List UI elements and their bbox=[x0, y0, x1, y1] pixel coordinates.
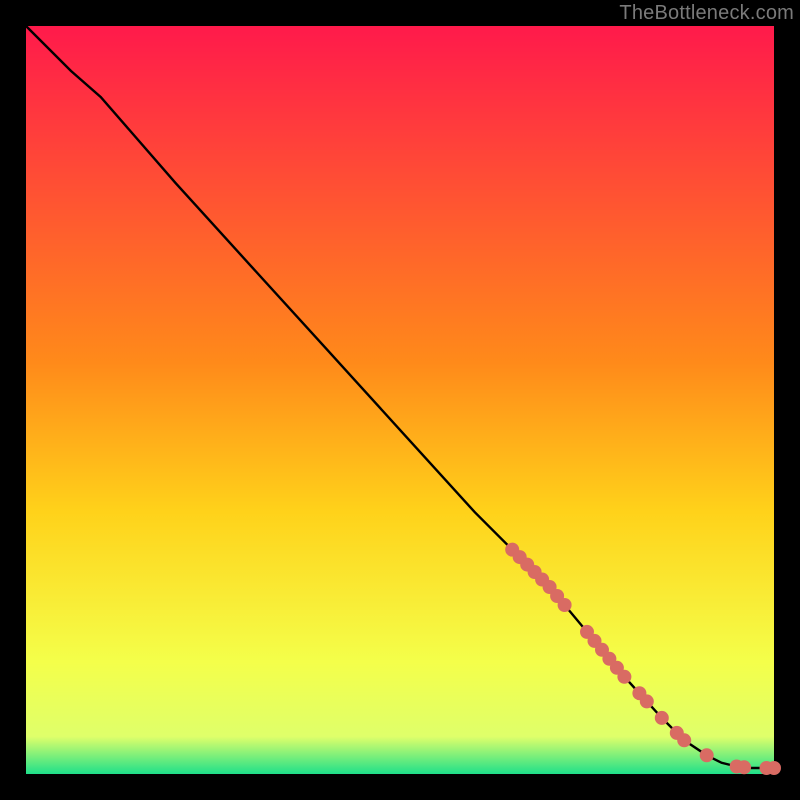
data-marker bbox=[700, 748, 714, 762]
data-marker bbox=[655, 711, 669, 725]
chart-svg bbox=[0, 0, 800, 800]
data-marker bbox=[677, 733, 691, 747]
data-marker bbox=[640, 694, 654, 708]
data-marker bbox=[737, 760, 751, 774]
plot-background bbox=[26, 26, 774, 774]
data-marker bbox=[558, 598, 572, 612]
data-marker bbox=[767, 761, 781, 775]
data-marker bbox=[617, 670, 631, 684]
chart-stage: TheBottleneck.com bbox=[0, 0, 800, 800]
